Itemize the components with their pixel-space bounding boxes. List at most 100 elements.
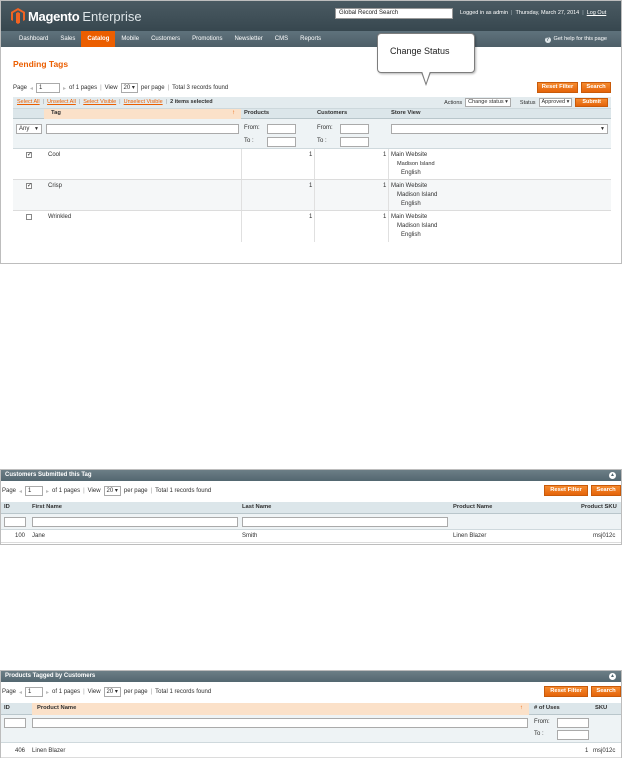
collapse-icon[interactable]: ▲ <box>609 472 616 479</box>
massaction-links: Select All | Unselect All | Select Visib… <box>17 99 213 105</box>
row-checkbox[interactable] <box>26 214 32 220</box>
status-select[interactable]: Approved ▾ <box>538 98 573 107</box>
page-input[interactable]: 1 <box>25 486 44 496</box>
table-row[interactable]: ✓ Crisp 1 1 Main Website Madison Island … <box>13 180 611 211</box>
col-id[interactable]: ID <box>4 705 10 711</box>
products-to-input[interactable] <box>267 137 296 147</box>
page-title: Pending Tags <box>13 59 69 69</box>
table-row[interactable]: Wrinkled 1 1 Main Website Madison Island… <box>13 211 611 242</box>
unselect-all-link[interactable]: Unselect All <box>47 99 76 105</box>
collapse-icon[interactable]: ▲ <box>609 673 616 680</box>
brand-edition: Enterprise <box>82 8 142 24</box>
prev-page-icon[interactable]: ◂ <box>19 488 22 495</box>
separator: | <box>119 99 121 105</box>
col-products[interactable]: Products <box>244 110 269 116</box>
submit-button[interactable]: Submit <box>575 98 608 107</box>
col-uses[interactable]: # of Uses <box>534 705 560 711</box>
global-search-input[interactable]: Global Record Search <box>335 8 453 19</box>
table-row[interactable]: 100 Jane Smith Linen Blazer msj012c <box>1 531 621 543</box>
customers-to-input[interactable] <box>340 137 369 147</box>
row-checkbox[interactable]: ✓ <box>26 152 32 158</box>
prev-page-icon[interactable]: ◂ <box>19 689 22 696</box>
customers-from-input[interactable] <box>340 124 369 134</box>
col-customers[interactable]: Customers <box>317 110 347 116</box>
table-row[interactable]: ✓ Cool 1 1 Main Website Madison Island E… <box>13 149 611 180</box>
selected-count: 2 items selected <box>170 99 213 105</box>
search-button[interactable]: Search <box>581 82 611 93</box>
column-divider <box>241 211 242 242</box>
help-link[interactable]: ? Get help for this page <box>544 31 607 48</box>
id-filter-input[interactable] <box>4 718 26 728</box>
col-product-name[interactable]: Product Name <box>453 504 492 510</box>
col-last-name[interactable]: Last Name <box>242 504 271 510</box>
panel-title: Products Tagged by Customers <box>5 673 96 679</box>
select-visible-link[interactable]: Select Visible <box>83 99 116 105</box>
store-view-filter-select[interactable]: ▼ <box>391 124 608 134</box>
search-button[interactable]: Search <box>591 485 621 496</box>
reset-filter-button[interactable]: Reset Filter <box>544 485 588 496</box>
products-from-input[interactable] <box>267 124 296 134</box>
logo[interactable]: Magento Enterprise <box>11 8 142 24</box>
separator: | <box>42 99 45 105</box>
col-tag[interactable]: Tag <box>51 110 61 116</box>
next-page-icon[interactable]: ▸ <box>46 488 49 495</box>
tag-filter-input[interactable] <box>46 124 239 134</box>
logout-link[interactable]: Log Out <box>587 10 607 16</box>
nav-reports[interactable]: Reports <box>294 31 327 48</box>
per-page-select[interactable]: 20 ▾ <box>103 486 121 496</box>
row-tag: Cool <box>48 152 61 158</box>
next-page-icon[interactable]: ▸ <box>63 85 66 92</box>
row-product-sku: msj012c <box>593 533 616 539</box>
sort-arrow-icon: ↑ <box>232 110 235 116</box>
per-page-select[interactable]: 20 ▾ <box>103 687 121 697</box>
last-name-filter-input[interactable] <box>242 517 448 527</box>
actions-select[interactable]: Change status ▾ <box>465 98 511 107</box>
nav-catalog[interactable]: Catalog <box>81 31 116 48</box>
product-name-filter-input[interactable] <box>32 718 528 728</box>
search-button[interactable]: Search <box>591 686 621 697</box>
checkbox-filter-select[interactable]: Any ▼ <box>16 124 42 134</box>
nav-sales[interactable]: Sales <box>54 31 81 48</box>
row-id: 406 <box>15 748 26 754</box>
pending-tags-grid: Tag ↑ Products Customers Store View Any ▼… <box>13 109 611 242</box>
reset-filter-button[interactable]: Reset Filter <box>544 686 588 697</box>
select-all-link[interactable]: Select All <box>17 99 40 105</box>
uses-from-input[interactable] <box>557 718 589 728</box>
nav-newsletter[interactable]: Newsletter <box>228 31 268 48</box>
page-input[interactable]: 1 <box>36 83 61 93</box>
per-page-select[interactable]: 20 ▾ <box>120 83 138 93</box>
first-name-filter-input[interactable] <box>32 517 238 527</box>
row-last-name: Smith <box>242 533 258 539</box>
col-store-view[interactable]: Store View <box>391 110 421 116</box>
separator: | <box>167 85 170 91</box>
id-filter-input[interactable] <box>4 517 26 527</box>
grid-header: ID First Name Last Name Product Name Pro… <box>1 502 621 514</box>
table-row[interactable]: 406 Linen Blazer 1 msj012c <box>1 746 621 758</box>
col-id[interactable]: ID <box>4 504 10 510</box>
nav-customers[interactable]: Customers <box>145 31 186 48</box>
panel-header: Customers Submitted this Tag ▲ <box>1 470 621 481</box>
nav-promotions[interactable]: Promotions <box>186 31 228 48</box>
separator: | <box>511 10 513 16</box>
page-input[interactable]: 1 <box>25 687 44 697</box>
column-divider <box>241 180 242 210</box>
col-product-sku[interactable]: Product SKU <box>581 504 617 510</box>
next-page-icon[interactable]: ▸ <box>46 689 49 696</box>
col-product-name[interactable]: Product Name <box>37 705 76 711</box>
row-product-name: Linen Blazer <box>32 748 66 754</box>
reset-filter-button[interactable]: Reset Filter <box>537 82 578 93</box>
col-first-name[interactable]: First Name <box>32 504 62 510</box>
uses-to-input[interactable] <box>557 730 589 740</box>
brand-name: Magento <box>28 8 80 24</box>
massaction-actions: Actions Change status ▾ Status Approved … <box>444 98 608 107</box>
row-checkbox[interactable]: ✓ <box>26 183 32 189</box>
unselect-visible-link[interactable]: Unselect Visible <box>124 99 163 105</box>
prev-page-icon[interactable]: ◂ <box>30 85 33 92</box>
callout-text: Change Status <box>390 46 450 56</box>
col-sku[interactable]: SKU <box>595 705 607 711</box>
nav-dashboard[interactable]: Dashboard <box>13 31 54 48</box>
row-store-website: Main Website <box>391 214 428 220</box>
nav-cms[interactable]: CMS <box>269 31 294 48</box>
column-divider <box>314 180 315 210</box>
nav-mobile[interactable]: Mobile <box>115 31 145 48</box>
